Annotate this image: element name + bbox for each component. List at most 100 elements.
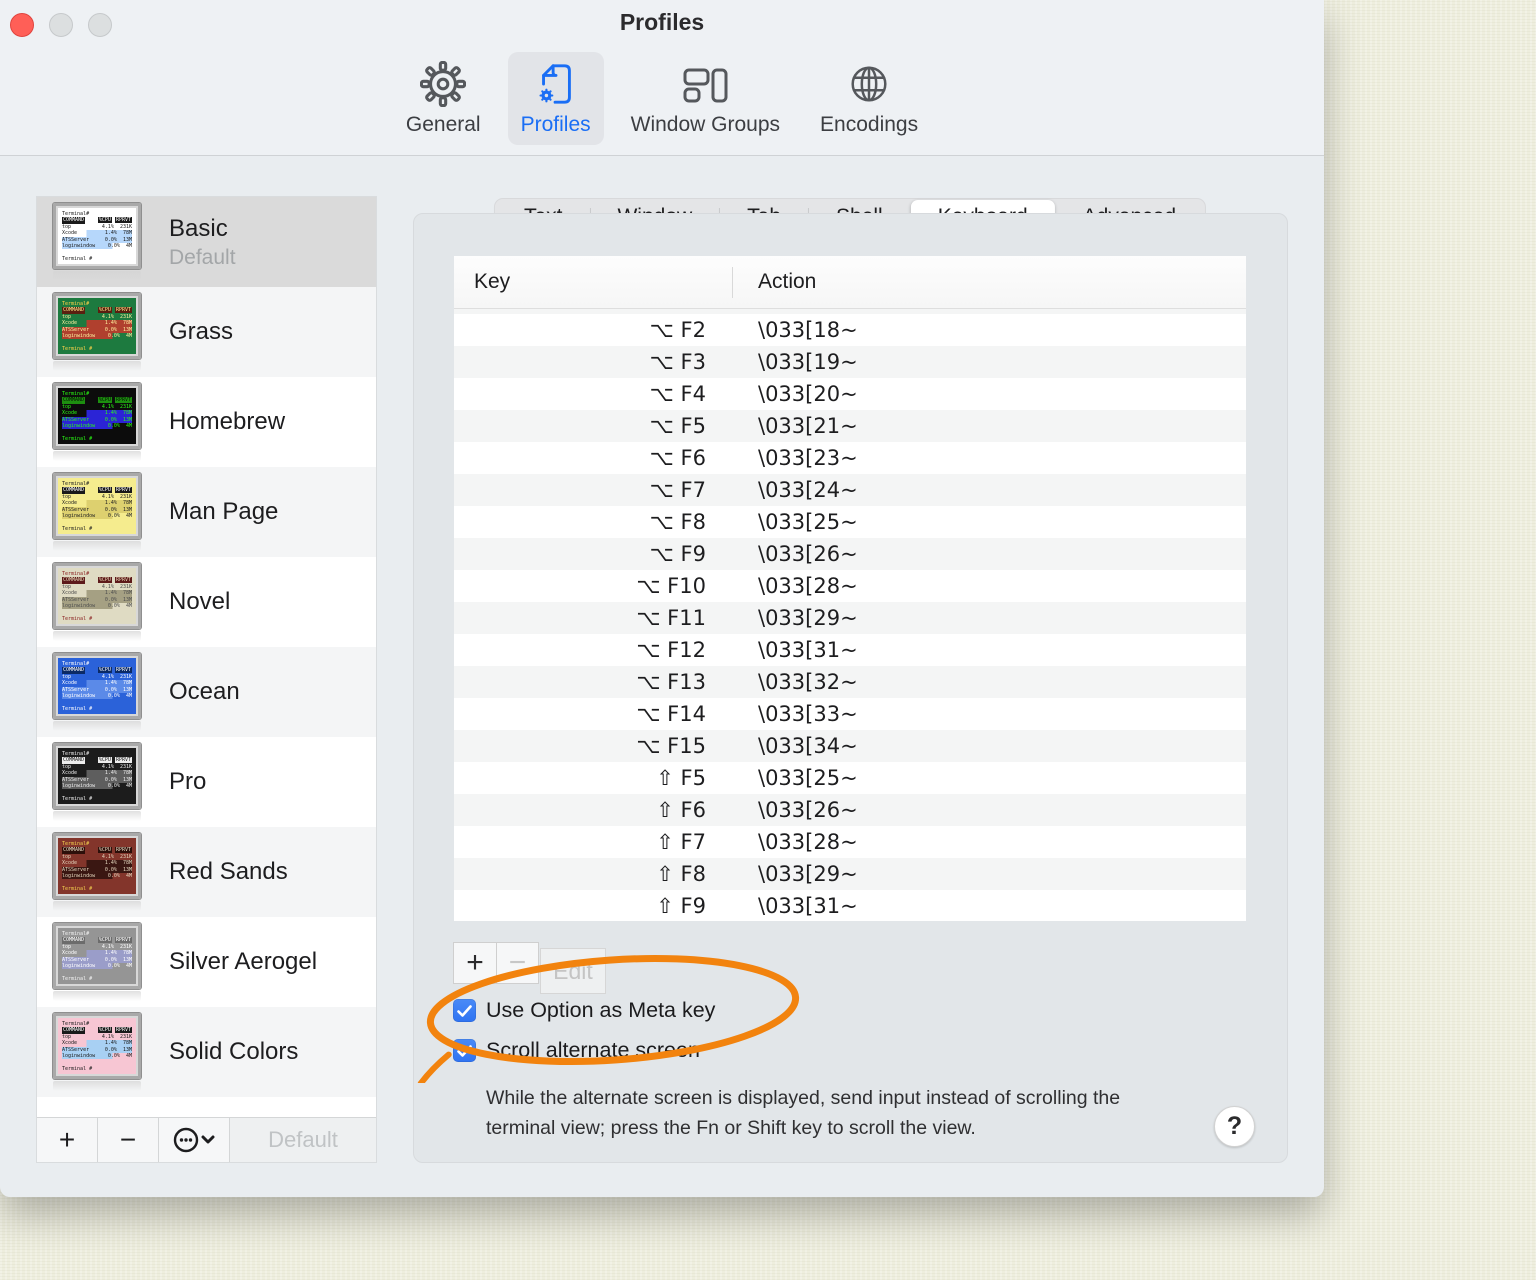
keymap-row[interactable]: ⌥ F12 \033[31~ xyxy=(454,634,1246,666)
profile-row-basic[interactable]: Terminal# COMMAND %CPU RPRVT top 4.1% 231K Xco… xyxy=(37,197,376,287)
toolbar-item-window-groups[interactable]: Window Groups xyxy=(618,52,793,145)
key-cell: ⌥ F2 xyxy=(649,318,706,342)
key-cell: ⌥ F13 xyxy=(636,670,706,694)
profile-row-silver-aerogel[interactable]: Terminal# COMMAND %CPU RPRVT top 4.1% 231K Xco… xyxy=(37,917,376,1007)
profile-row-pro[interactable]: Terminal# COMMAND %CPU RPRVT top 4.1% 231K Xco… xyxy=(37,737,376,827)
use-option-as-meta-checkbox[interactable] xyxy=(453,999,476,1022)
action-cell: \033[26~ xyxy=(758,798,858,822)
key-cell: ⇧ F8 xyxy=(656,862,706,886)
action-cell: \033[34~ xyxy=(758,734,858,758)
profile-list: Terminal# COMMAND %CPU RPRVT top 4.1% 231K Xco… xyxy=(37,197,376,1117)
desktop: { "window": { "title": "Profiles" }, "to… xyxy=(0,0,1536,1280)
gear-icon xyxy=(420,61,467,107)
key-cell: ⌥ F15 xyxy=(636,734,706,758)
action-cell: \033[29~ xyxy=(758,862,858,886)
keymap-row[interactable]: ⌥ F8 \033[25~ xyxy=(454,506,1246,538)
profile-row-grass[interactable]: Terminal# COMMAND %CPU RPRVT top 4.1% 231K Xco… xyxy=(37,287,376,377)
add-key-button[interactable]: + xyxy=(453,942,497,984)
keymap-row[interactable]: ⌥ F3 \033[19~ xyxy=(454,346,1246,378)
remove-key-button[interactable]: − xyxy=(496,942,539,984)
keymap-row[interactable]: ⇧ F7 \033[28~ xyxy=(454,826,1246,858)
keymap-row[interactable]: ⌥ F2 \033[18~ xyxy=(454,314,1246,346)
key-cell: ⌥ F11 xyxy=(636,606,706,630)
keymap-row[interactable]: ⌥ F10 \033[28~ xyxy=(454,570,1246,602)
keymap-row[interactable]: ⌥ F7 \033[24~ xyxy=(454,474,1246,506)
toolbar-item-general[interactable]: General xyxy=(393,52,494,145)
profile-thumbnail: Terminal# COMMAND %CPU RPRVT top 4.1% 231K Xco… xyxy=(53,203,141,281)
keymap-row[interactable]: ⌥ F13 \033[32~ xyxy=(454,666,1246,698)
profile-row-man-page[interactable]: Terminal# COMMAND %CPU RPRVT top 4.1% 231K Xco… xyxy=(37,467,376,557)
profile-row-homebrew[interactable]: Terminal# COMMAND %CPU RPRVT top 4.1% 231K Xco… xyxy=(37,377,376,467)
column-header-action[interactable]: Action xyxy=(758,270,816,294)
keymap-row[interactable]: ⌥ F9 \033[26~ xyxy=(454,538,1246,570)
action-cell: \033[24~ xyxy=(758,478,858,502)
set-default-button[interactable]: Default xyxy=(230,1118,376,1162)
add-profile-button[interactable]: + xyxy=(37,1118,98,1162)
window-title: Profiles xyxy=(619,9,705,35)
profile-name: Red Sands xyxy=(169,858,288,885)
profile-actions-menu-button[interactable] xyxy=(159,1118,230,1162)
keymap-row[interactable]: ⇧ F8 \033[29~ xyxy=(454,858,1246,890)
scroll-alternate-screen-checkbox[interactable] xyxy=(453,1039,476,1062)
check-icon xyxy=(457,1044,472,1057)
preferences-window: Profiles General Profiles Window Groups … xyxy=(0,0,1324,1197)
action-cell: \033[23~ xyxy=(758,446,858,470)
profile-thumbnail: Terminal# COMMAND %CPU RPRVT top 4.1% 231K Xco… xyxy=(53,833,141,911)
toolbar-item-encodings[interactable]: Encodings xyxy=(807,52,931,145)
keymap-row[interactable]: ⌥ F11 \033[29~ xyxy=(454,602,1246,634)
toolbar-item-profiles[interactable]: Profiles xyxy=(507,52,604,145)
action-cell: \033[25~ xyxy=(758,510,858,534)
key-cell: ⌥ F12 xyxy=(636,638,706,662)
column-divider[interactable] xyxy=(732,267,733,298)
profile-doc-icon xyxy=(533,61,579,107)
action-cell: \033[29~ xyxy=(758,606,858,630)
key-cell: ⌥ F8 xyxy=(649,510,706,534)
keymap-row[interactable]: ⌥ F5 \033[21~ xyxy=(454,410,1246,442)
profile-row-ocean[interactable]: Terminal# COMMAND %CPU RPRVT top 4.1% 231K Xco… xyxy=(37,647,376,737)
keymap-row[interactable]: ⇧ F5 \033[25~ xyxy=(454,762,1246,794)
edit-key-button[interactable]: Edit xyxy=(540,948,606,994)
alternate-screen-description: While the alternate screen is displayed,… xyxy=(486,1087,1121,1140)
key-cell: ⌥ F9 xyxy=(649,542,706,566)
keymap-row[interactable]: ⇧ F9 \033[31~ xyxy=(454,890,1246,922)
key-cell: ⌥ F4 xyxy=(649,382,706,406)
profile-sidebar: Terminal# COMMAND %CPU RPRVT top 4.1% 231K Xco… xyxy=(36,196,377,1163)
keymap-table: Key Action ⌥ F2 \033[18~ ⌥ F3 \033[19~ ⌥ F4 \… xyxy=(454,256,1246,921)
action-cell: \033[31~ xyxy=(758,894,858,918)
action-cell: \033[32~ xyxy=(758,670,858,694)
help-button[interactable]: ? xyxy=(1214,1106,1255,1147)
keyboard-panel: Key Action ⌥ F2 \033[18~ ⌥ F3 \033[19~ ⌥ F4 \… xyxy=(413,213,1288,1163)
keymap-buttons: + − Edit xyxy=(453,942,606,994)
column-header-key[interactable]: Key xyxy=(474,270,510,294)
scroll-alternate-screen-checkbox-row: Scroll alternate screen xyxy=(453,1038,700,1063)
titlebar: Profiles General Profiles Window Groups … xyxy=(0,0,1324,156)
profile-thumbnail: Terminal# COMMAND %CPU RPRVT top 4.1% 231K Xco… xyxy=(53,563,141,641)
keymap-table-header: Key Action xyxy=(454,256,1246,309)
key-cell: ⇧ F5 xyxy=(656,766,706,790)
keymap-row[interactable]: ⌥ F4 \033[20~ xyxy=(454,378,1246,410)
profile-row-solid-colors[interactable]: Terminal# COMMAND %CPU RPRVT top 4.1% 231K Xco… xyxy=(37,1007,376,1097)
action-cell: \033[31~ xyxy=(758,638,858,662)
profile-row-red-sands[interactable]: Terminal# COMMAND %CPU RPRVT top 4.1% 231K Xco… xyxy=(37,827,376,917)
profile-thumbnail: Terminal# COMMAND %CPU RPRVT top 4.1% 231K Xco… xyxy=(53,293,141,371)
remove-profile-button[interactable]: − xyxy=(98,1118,159,1162)
keymap-row[interactable]: ⌥ F6 \033[23~ xyxy=(454,442,1246,474)
profile-name: Grass xyxy=(169,318,234,345)
keymap-row[interactable]: ⌥ F15 \033[34~ xyxy=(454,730,1246,762)
profile-thumbnail: Terminal# COMMAND %CPU RPRVT top 4.1% 231K Xco… xyxy=(53,743,141,821)
profile-name: Homebrew xyxy=(169,408,286,435)
use-option-as-meta-label: Use Option as Meta key xyxy=(486,998,716,1022)
action-cell: \033[19~ xyxy=(758,350,858,374)
keymap-row[interactable]: ⇧ F6 \033[26~ xyxy=(454,794,1246,826)
profile-name: Pro xyxy=(169,768,207,795)
key-cell: ⌥ F3 xyxy=(649,350,706,374)
profile-row-novel[interactable]: Terminal# COMMAND %CPU RPRVT top 4.1% 231K Xco… xyxy=(37,557,376,647)
globe-icon xyxy=(846,61,892,107)
action-cell: \033[21~ xyxy=(758,414,858,438)
check-icon xyxy=(457,1004,472,1017)
profile-thumbnail: Terminal# COMMAND %CPU RPRVT top 4.1% 231K Xco… xyxy=(53,473,141,551)
key-cell: ⇧ F6 xyxy=(656,798,706,822)
action-cell: \033[33~ xyxy=(758,702,858,726)
keymap-row[interactable]: ⌥ F14 \033[33~ xyxy=(454,698,1246,730)
profile-name: Basic xyxy=(169,214,228,242)
